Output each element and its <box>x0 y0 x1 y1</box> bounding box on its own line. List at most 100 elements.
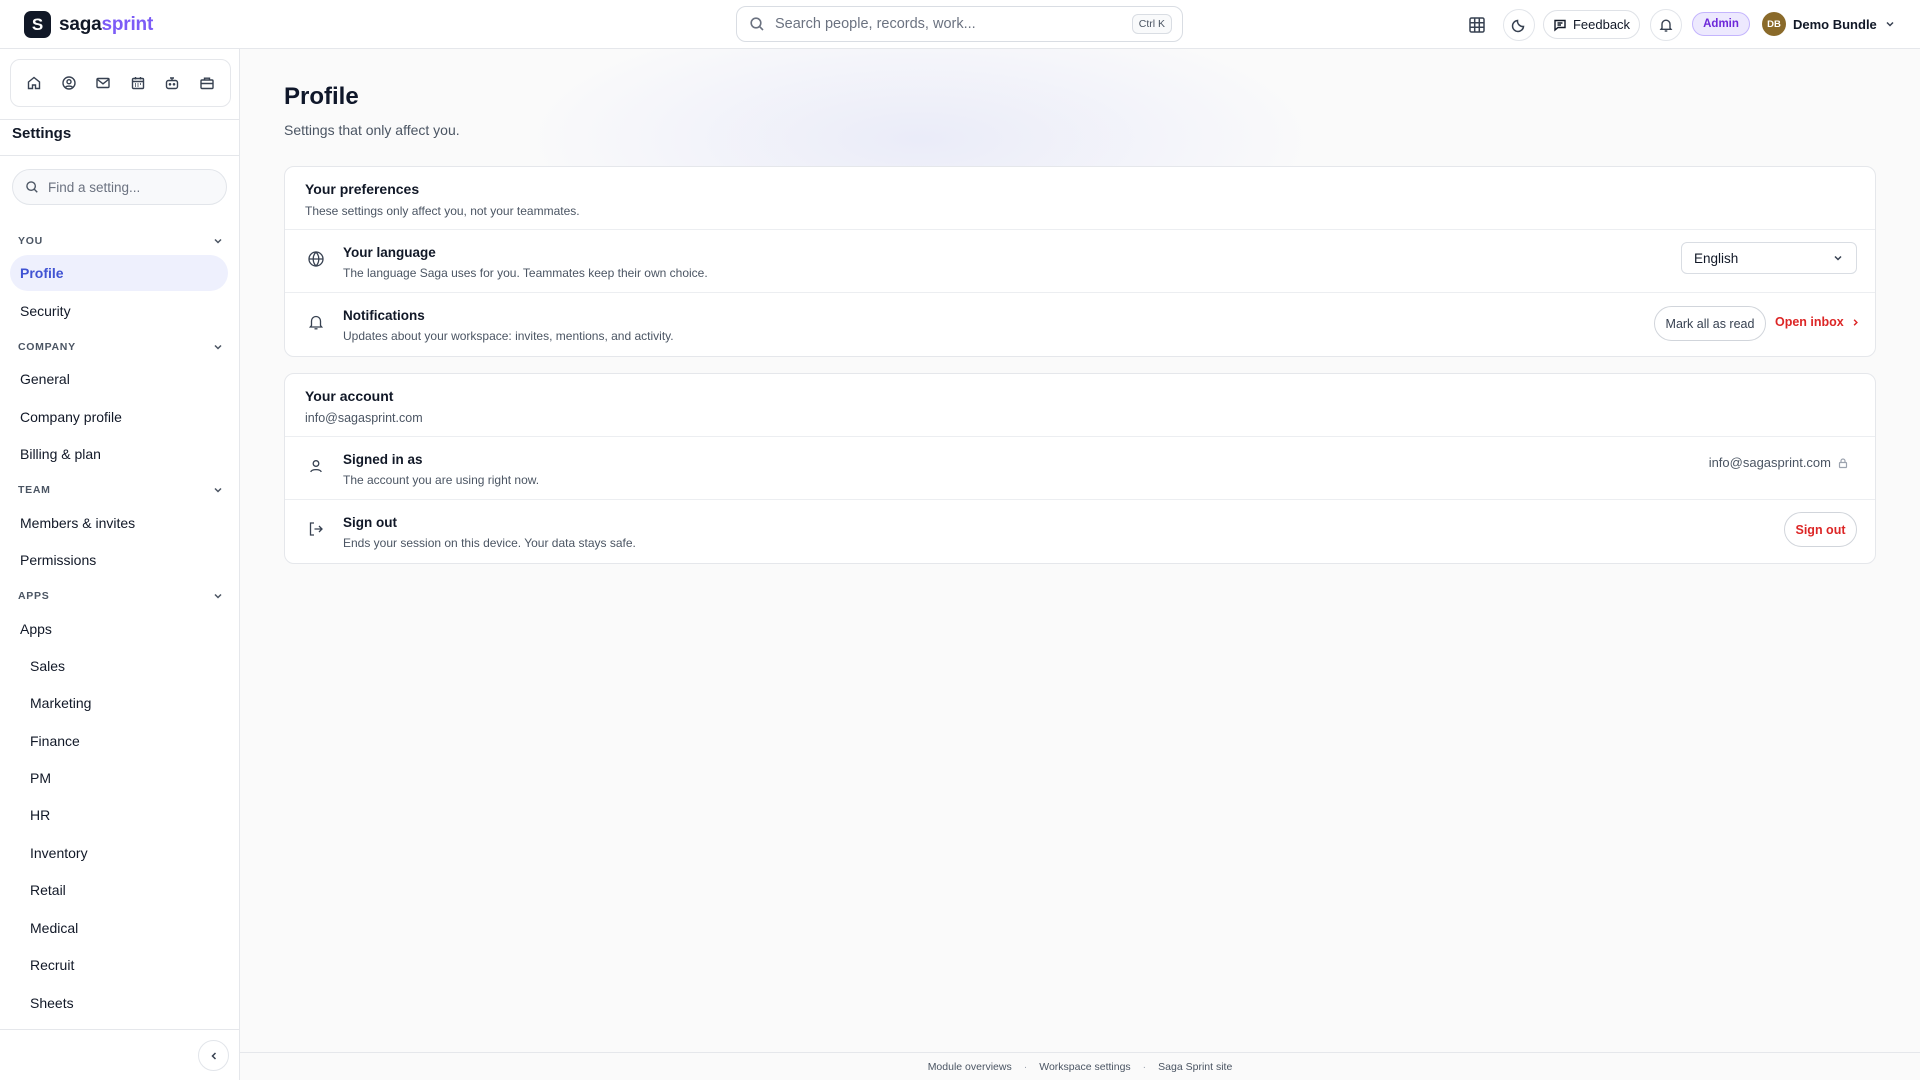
collapse-sidebar-button[interactable] <box>198 1040 229 1071</box>
sidebar-item-pm[interactable]: PM <box>10 760 228 796</box>
bell-icon <box>307 313 325 331</box>
user-name: Demo Bundle <box>1793 16 1877 32</box>
apps-grid-icon[interactable] <box>1461 9 1493 41</box>
row-title: Your language <box>343 245 436 260</box>
section-label: COMPANY <box>18 341 76 353</box>
avatar: DB <box>1762 12 1786 36</box>
feedback-label: Feedback <box>1572 17 1631 32</box>
preferences-card: Your preferences These settings only aff… <box>284 166 1876 357</box>
footer-link-workspace-settings[interactable]: Workspace settings <box>1039 1061 1130 1073</box>
sidebar-item-billing[interactable]: Billing & plan <box>10 436 228 472</box>
sidebar-item-hr[interactable]: HR <box>10 797 228 833</box>
sidebar-item-sales[interactable]: Sales <box>10 648 228 684</box>
user-icon <box>307 457 325 475</box>
row-description: Updates about your workspace: invites, m… <box>343 329 674 343</box>
sign-out-row: Sign out Ends your session on this devic… <box>285 500 1875 563</box>
user-menu[interactable]: DB Demo Bundle <box>1762 12 1896 36</box>
card-title: Your preferences <box>305 181 420 197</box>
brand-name-part2: sprint <box>101 13 154 35</box>
section-header-apps[interactable]: APPS <box>18 590 224 602</box>
language-row: Your language The language Saga uses for… <box>285 230 1875 293</box>
row-description: The language Saga uses for you. Teammate… <box>343 266 708 280</box>
home-icon[interactable] <box>24 73 44 93</box>
global-search-input[interactable]: Search people, records, work... Ctrl K <box>736 6 1183 42</box>
footer: Module overviews · Workspace settings · … <box>240 1052 1920 1080</box>
footer-link-saga-sprint-site[interactable]: Saga Sprint site <box>1158 1061 1232 1073</box>
footer-separator: · <box>1023 1060 1028 1073</box>
section-label: YOU <box>18 235 43 247</box>
card-description: These settings only affect you, not your… <box>305 204 580 218</box>
signed-in-row: Signed in as The account you are using r… <box>285 437 1875 500</box>
row-title: Sign out <box>343 515 397 530</box>
theme-toggle-moon-icon[interactable] <box>1503 9 1535 41</box>
brand-logo[interactable]: S sagasprint <box>24 11 153 38</box>
section-header-team[interactable]: TEAM <box>18 484 224 496</box>
section-header-you[interactable]: YOU <box>18 235 224 247</box>
section-label: TEAM <box>18 484 51 496</box>
page-subtitle: Settings that only affect you. <box>284 122 460 138</box>
sidebar-item-apps[interactable]: Apps <box>10 611 228 647</box>
chevron-down-icon <box>212 590 224 602</box>
sidebar-item-general[interactable]: General <box>10 361 228 397</box>
sidebar-item-marketing[interactable]: Marketing <box>10 685 228 721</box>
top-bar: S sagasprint Search people, records, wor… <box>0 0 1920 49</box>
chevron-down-icon <box>1884 18 1896 30</box>
signed-in-email-value: info@sagasprint.com <box>1708 455 1831 470</box>
find-setting-placeholder: Find a setting... <box>48 179 141 195</box>
mail-icon[interactable] <box>93 73 113 93</box>
chevron-down-icon <box>212 341 224 353</box>
sidebar-item-recruit[interactable]: Recruit <box>10 947 228 983</box>
sidebar-divider <box>0 119 240 120</box>
search-placeholder: Search people, records, work... <box>775 16 976 32</box>
find-setting-input[interactable]: Find a setting... <box>12 169 227 205</box>
sidebar-item-members[interactable]: Members & invites <box>10 505 228 541</box>
sidebar-item-inventory[interactable]: Inventory <box>10 835 228 871</box>
footer-link-module-overviews[interactable]: Module overviews <box>928 1061 1012 1073</box>
section-header-company[interactable]: COMPANY <box>18 341 224 353</box>
brand-name: sagasprint <box>59 14 153 36</box>
settings-sidebar: Settings Find a setting... YOU Profile S… <box>0 49 240 1080</box>
sidebar-title: Settings <box>12 125 72 142</box>
calendar-icon[interactable] <box>128 73 148 93</box>
bot-icon[interactable] <box>162 73 182 93</box>
search-shortcut-badge: Ctrl K <box>1131 14 1172 34</box>
sidebar-item-permissions[interactable]: Permissions <box>10 542 228 578</box>
card-title: Your account <box>305 388 394 404</box>
open-inbox-link[interactable]: Open inbox <box>1775 315 1861 329</box>
row-title: Notifications <box>343 308 425 323</box>
account-email: info@sagasprint.com <box>305 411 423 425</box>
user-circle-icon[interactable] <box>59 73 79 93</box>
chevron-down-icon <box>1832 252 1844 264</box>
lock-icon <box>1837 457 1849 469</box>
search-icon <box>25 180 39 194</box>
row-title: Signed in as <box>343 452 423 467</box>
feedback-button[interactable]: Feedback <box>1543 10 1640 39</box>
sidebar-item-profile[interactable]: Profile <box>10 255 228 291</box>
chevron-left-icon <box>208 1050 220 1062</box>
sidebar-divider <box>0 1029 240 1030</box>
card-header: Your account info@sagasprint.com <box>285 374 1875 437</box>
sidebar-divider <box>0 155 240 156</box>
sidebar-item-sheets[interactable]: Sheets <box>10 985 228 1021</box>
logo-mark: S <box>24 11 51 38</box>
sidebar-item-company-profile[interactable]: Company profile <box>10 399 228 435</box>
sidebar-item-security[interactable]: Security <box>10 293 228 329</box>
mark-all-read-button[interactable]: Mark all as read <box>1654 306 1766 341</box>
card-header: Your preferences These settings only aff… <box>285 167 1875 230</box>
row-description: The account you are using right now. <box>343 473 540 487</box>
sidebar-item-medical[interactable]: Medical <box>10 910 228 946</box>
sidebar-item-retail[interactable]: Retail <box>10 872 228 908</box>
notifications-row: Notifications Updates about your workspa… <box>285 293 1875 356</box>
notifications-bell-icon[interactable] <box>1650 9 1682 41</box>
role-badge[interactable]: Admin <box>1692 12 1750 36</box>
search-icon <box>749 16 765 32</box>
briefcase-icon[interactable] <box>197 73 217 93</box>
language-select[interactable]: English <box>1681 242 1857 274</box>
sign-out-button[interactable]: Sign out <box>1784 512 1857 547</box>
signed-in-email: info@sagasprint.com <box>1709 455 1849 470</box>
sidebar-item-finance[interactable]: Finance <box>10 723 228 759</box>
main-content: Profile Settings that only affect you. Y… <box>240 49 1920 1080</box>
feedback-message-icon <box>1553 18 1567 32</box>
chevron-down-icon <box>212 484 224 496</box>
row-description: Ends your session on this device. Your d… <box>343 536 636 550</box>
